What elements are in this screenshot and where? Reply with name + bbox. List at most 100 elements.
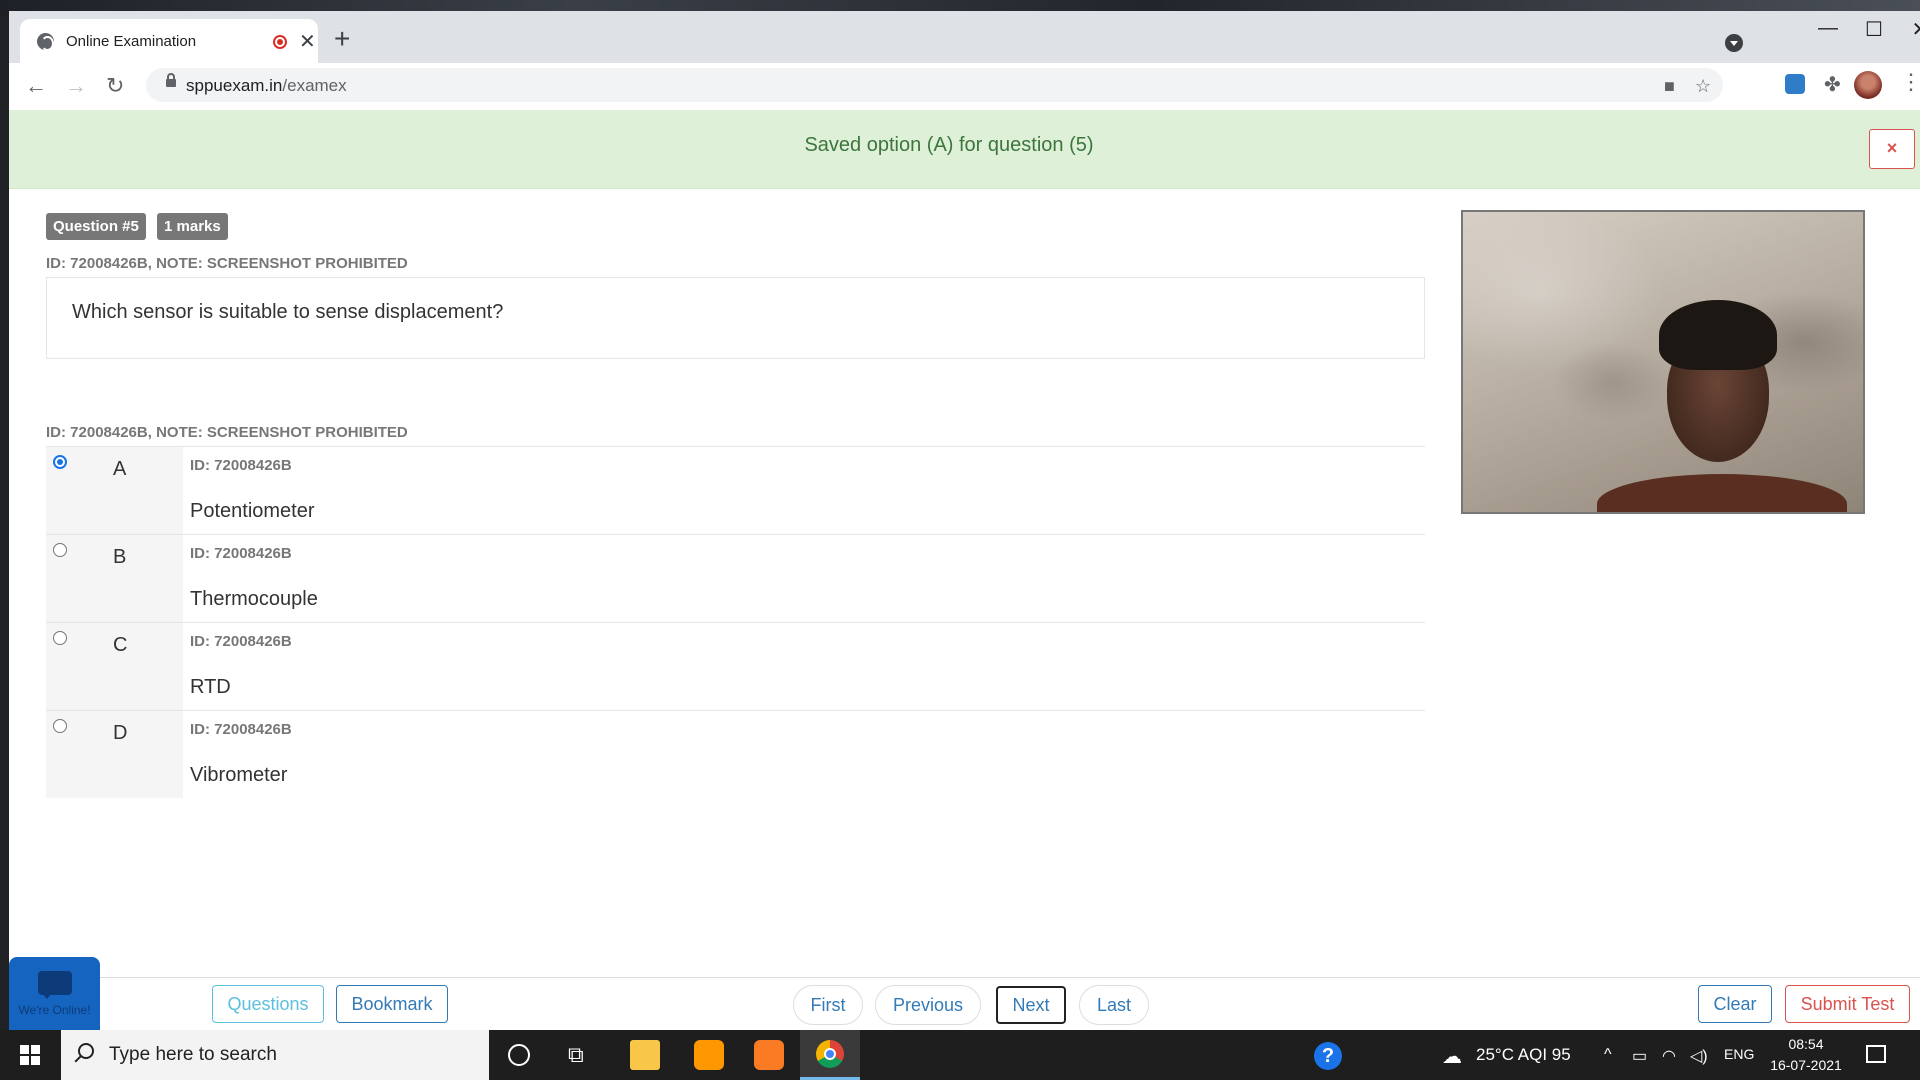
forward-arrow-icon[interactable]: → [65, 73, 87, 99]
url-host: sppuexam.in [186, 76, 283, 95]
reload-icon[interactable]: ↻ [106, 73, 124, 99]
search-icon [78, 1043, 94, 1059]
back-arrow-icon[interactable]: ← [25, 73, 47, 99]
lock-icon [166, 73, 176, 87]
bookmark-star-icon[interactable]: ☆ [1695, 76, 1711, 97]
webcam-person-hair [1659, 300, 1777, 370]
option-a[interactable]: A ID: 72008426B Potentiometer [46, 446, 1425, 534]
help-icon[interactable]: ? [1314, 1042, 1342, 1070]
address-bar[interactable]: sppuexam.in/examex ■ ☆ [146, 68, 1723, 102]
option-d-radio[interactable] [53, 719, 67, 733]
last-button[interactable]: Last [1079, 985, 1149, 1025]
option-text: Vibrometer [190, 764, 288, 786]
alert-message: Saved option (A) for question (5) [804, 134, 1094, 156]
puzzle-icon[interactable]: ✤ [1824, 72, 1841, 97]
cortana-icon[interactable] [508, 1044, 530, 1066]
option-b-radio[interactable] [53, 543, 67, 557]
option-letter: B [113, 546, 127, 568]
chat-label: We're Online! [18, 1003, 91, 1017]
browser-window: Online Examination ✕ + — ☐ ✕ ← → ↻ sppue… [9, 11, 1920, 110]
option-letter: D [113, 722, 128, 744]
alert-close-button[interactable]: × [1869, 129, 1915, 169]
xampp-icon[interactable] [754, 1040, 784, 1070]
option-letter: A [113, 458, 127, 480]
question-note: ID: 72008426B, NOTE: SCREENSHOT PROHIBIT… [46, 255, 408, 272]
clock[interactable]: 08:54 16-07-2021 [1770, 1034, 1842, 1076]
option-selector-cell[interactable]: D [46, 711, 183, 798]
question-box: Which sensor is suitable to sense displa… [46, 277, 1425, 359]
options-list: A ID: 72008426B Potentiometer B ID: 7200… [46, 446, 1425, 798]
battery-icon[interactable]: ▭ [1632, 1046, 1647, 1066]
option-id: ID: 72008426B [190, 457, 292, 474]
option-text: Potentiometer [190, 500, 315, 522]
taskbar-search-box[interactable]: Type here to search [61, 1030, 489, 1080]
live-chat-widget[interactable]: We're Online! [9, 957, 100, 1030]
clock-date: 16-07-2021 [1770, 1057, 1842, 1073]
chat-bubble-icon [38, 971, 72, 999]
clock-time: 08:54 [1788, 1036, 1824, 1052]
notification-icon[interactable] [1866, 1045, 1886, 1063]
camera-icon[interactable]: ■ [1664, 76, 1675, 97]
extension-icon[interactable] [1785, 74, 1805, 94]
option-text: RTD [190, 676, 231, 698]
tab-title: Online Examination [66, 33, 197, 50]
maximize-button[interactable]: ☐ [1851, 17, 1897, 42]
option-a-radio[interactable] [53, 455, 67, 469]
success-alert: Saved option (A) for question (5) × [9, 110, 1920, 189]
cloud-weather-icon[interactable]: ☁ [1442, 1044, 1462, 1069]
tab-search-icon[interactable] [1725, 34, 1743, 52]
option-selector-cell[interactable]: C [46, 623, 183, 710]
chevron-up-icon[interactable]: ^ [1604, 1046, 1612, 1064]
option-text: Thermocouple [190, 588, 318, 610]
first-button[interactable]: First [793, 985, 863, 1025]
language-indicator[interactable]: ENG [1724, 1046, 1754, 1062]
windows-start-icon[interactable] [20, 1045, 40, 1065]
webcam-person-shirt [1597, 474, 1847, 512]
question-text: Which sensor is suitable to sense displa… [72, 301, 504, 323]
option-selector-cell[interactable]: B [46, 535, 183, 622]
taskbar-chrome-button[interactable] [800, 1030, 860, 1080]
url-path: /examex [282, 76, 347, 95]
browser-toolbar: ← → ↻ sppuexam.in/examex ■ ☆ ✤ ⋮ [9, 63, 1920, 110]
search-placeholder: Type here to search [109, 1044, 277, 1065]
task-view-icon[interactable]: ⧉ [568, 1040, 598, 1070]
option-id: ID: 72008426B [190, 721, 292, 738]
option-c[interactable]: C ID: 72008426B RTD [46, 622, 1425, 710]
next-button[interactable]: Next [996, 986, 1066, 1024]
recording-icon [273, 35, 287, 49]
tab-close-icon[interactable]: ✕ [299, 29, 316, 54]
option-b[interactable]: B ID: 72008426B Thermocouple [46, 534, 1425, 622]
option-id: ID: 72008426B [190, 633, 292, 650]
minimize-button[interactable]: — [1805, 17, 1851, 40]
weather-text[interactable]: 25°C AQI 95 [1476, 1045, 1571, 1065]
webcam-preview [1461, 210, 1865, 514]
bookmark-button[interactable]: Bookmark [336, 985, 448, 1023]
wifi-icon[interactable]: ◠ [1662, 1046, 1676, 1066]
questions-button[interactable]: Questions [212, 985, 324, 1023]
close-window-button[interactable]: ✕ [1897, 17, 1920, 42]
globe-icon [37, 33, 54, 51]
url-text: sppuexam.in/examex [186, 76, 347, 96]
new-tab-button[interactable]: + [334, 25, 350, 53]
menu-kebab-icon[interactable]: ⋮ [1900, 69, 1920, 95]
submit-test-button[interactable]: Submit Test [1785, 985, 1910, 1023]
option-c-radio[interactable] [53, 631, 67, 645]
file-explorer-icon[interactable] [630, 1040, 660, 1070]
browser-tab[interactable]: Online Examination ✕ [20, 19, 318, 63]
option-d[interactable]: D ID: 72008426B Vibrometer [46, 710, 1425, 798]
volume-icon[interactable]: ◁) [1690, 1046, 1708, 1066]
option-id: ID: 72008426B [190, 545, 292, 562]
marks-badge: 1 marks [157, 213, 228, 240]
previous-button[interactable]: Previous [875, 985, 981, 1025]
chrome-icon [816, 1040, 844, 1068]
option-selector-cell[interactable]: A [46, 447, 183, 534]
exam-page: Saved option (A) for question (5) × Ques… [9, 110, 1920, 1030]
question-number-badge: Question #5 [46, 213, 146, 240]
option-letter: C [113, 634, 128, 656]
profile-avatar[interactable] [1854, 71, 1882, 99]
desktop-background [0, 0, 1920, 11]
windows-taskbar: Type here to search ⧉ ? ☁ 25°C AQI 95 ^ … [0, 1030, 1920, 1080]
clear-button[interactable]: Clear [1698, 985, 1772, 1023]
options-note: ID: 72008426B, NOTE: SCREENSHOT PROHIBIT… [46, 424, 408, 441]
sublime-text-icon[interactable] [694, 1040, 724, 1070]
